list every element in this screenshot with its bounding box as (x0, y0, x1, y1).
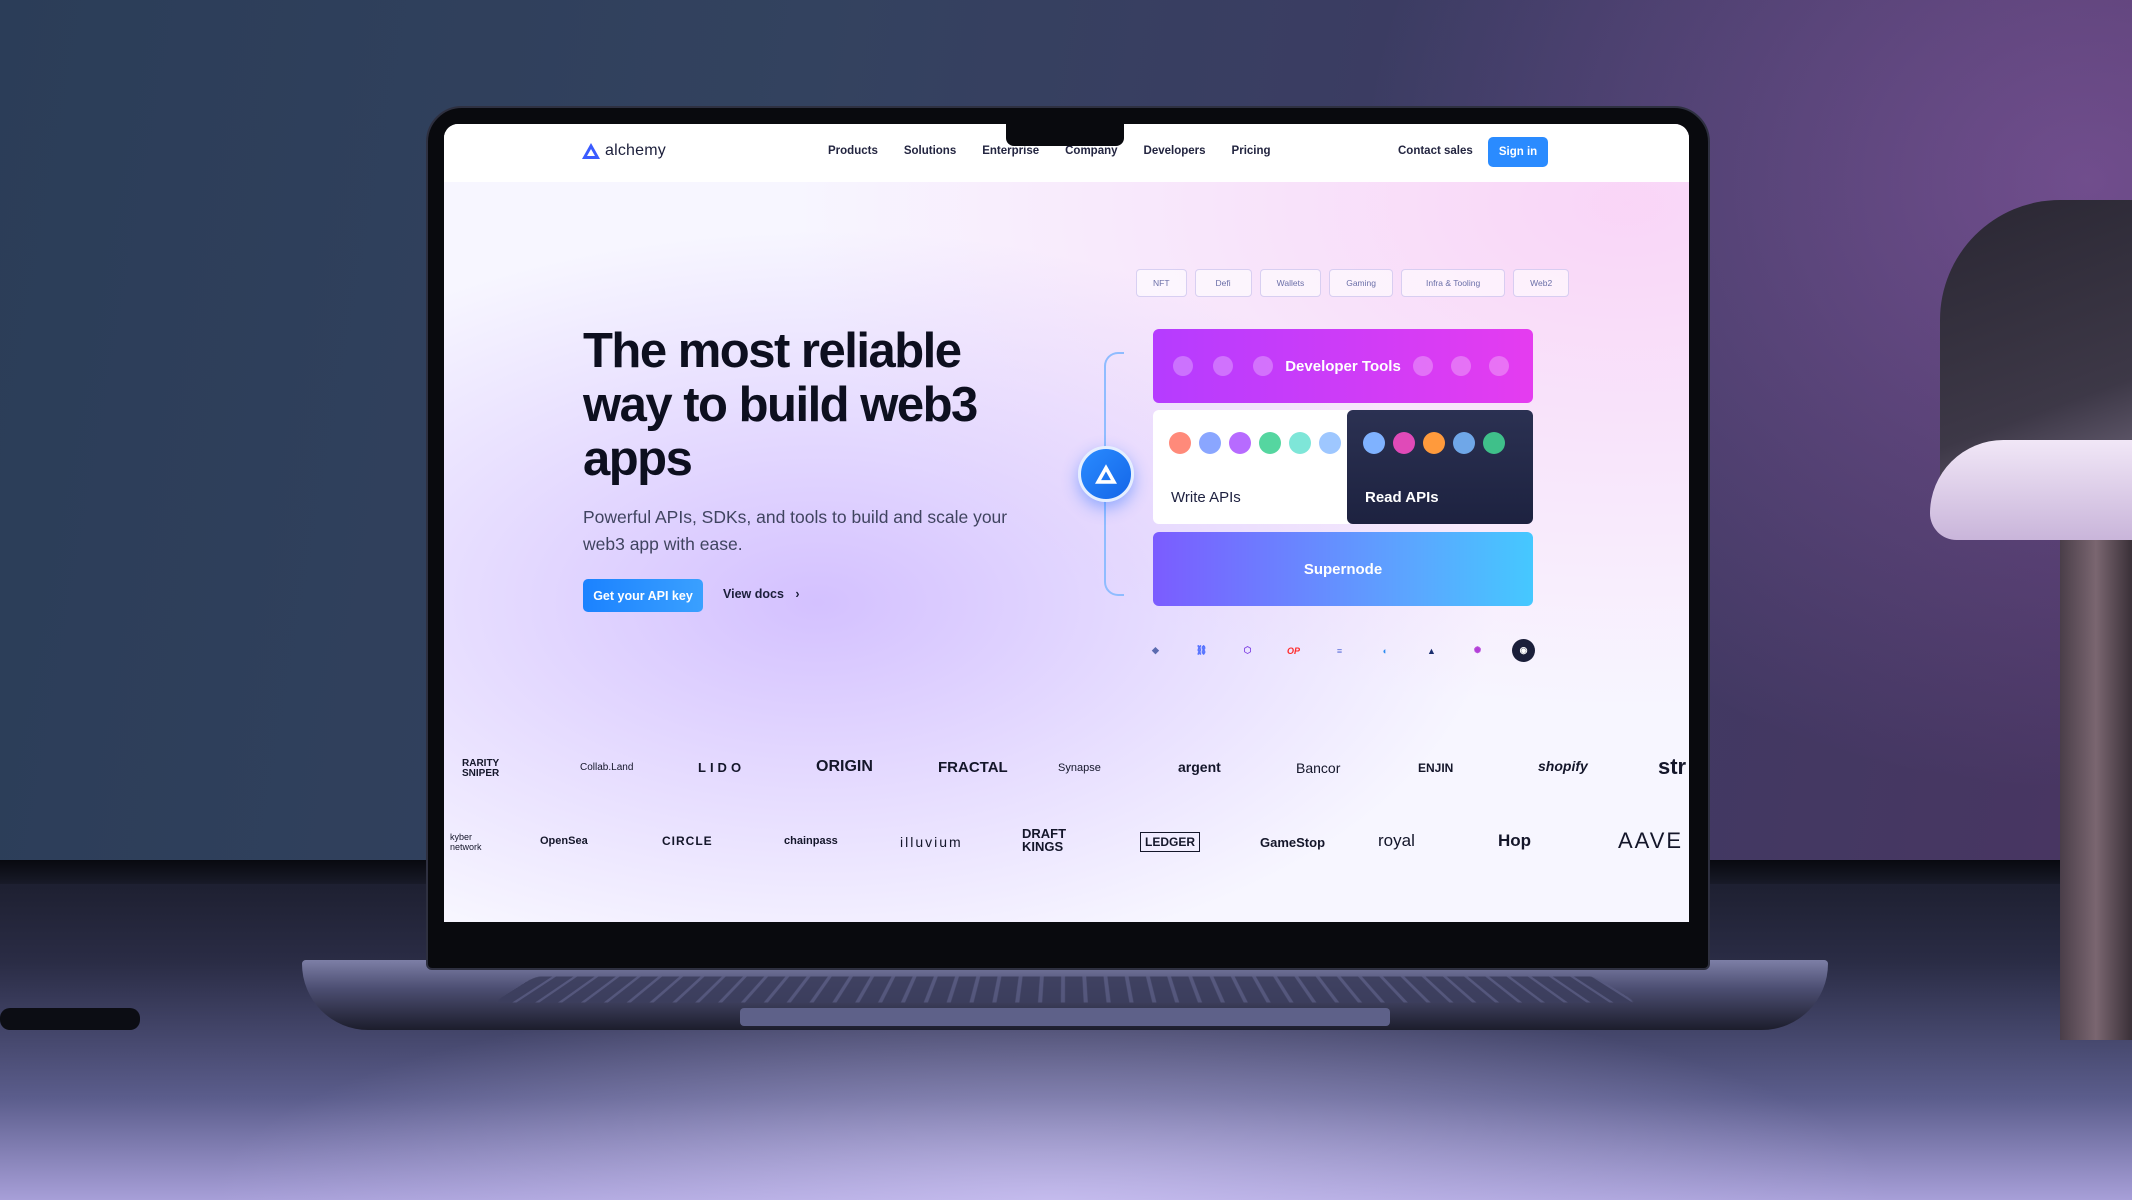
api-icon (1483, 432, 1505, 454)
partner-logo: AAVE (1618, 828, 1684, 853)
partner-logo: shopify (1538, 758, 1588, 774)
polygon-icon[interactable]: ⬡ (1236, 639, 1259, 662)
partner-logo: Hop (1498, 831, 1532, 850)
partner-logo: Bancor (1296, 760, 1341, 776)
chevron-right-icon: › (795, 587, 800, 601)
lamp-stem (2060, 520, 2132, 1040)
hero-subtitle: Powerful APIs, SDKs, and tools to build … (583, 507, 1008, 554)
partner-logo: RARITY SNIPER (462, 758, 500, 779)
tool-icon (1253, 356, 1273, 376)
api-icon (1423, 432, 1445, 454)
partner-logo: ORIGIN (816, 758, 873, 775)
partner-logo: kyber network (450, 832, 482, 852)
partner-logo: ENJIN (1418, 761, 1454, 775)
supernode-label: Supernode (1303, 560, 1383, 578)
chainlink-icon[interactable]: ⛓ (1190, 639, 1213, 662)
photo-scene: alchemy Products Solutions Enterprise Co… (0, 0, 2132, 1200)
view-docs-link[interactable]: View docs › (723, 587, 800, 601)
menu-item-enterprise[interactable]: Enterprise (982, 145, 1039, 157)
partner-logo: LEDGER (1140, 832, 1201, 852)
api-icon (1319, 432, 1341, 454)
solana-icon[interactable]: ≡ (1328, 639, 1351, 662)
cable (0, 1008, 140, 1030)
developer-tools-label: Developer Tools (1285, 357, 1401, 375)
astar-icon[interactable]: ▲ (1420, 639, 1443, 662)
tab-infra-tooling[interactable]: Infra & Tooling (1400, 269, 1506, 297)
menu-item-solutions[interactable]: Solutions (904, 145, 956, 157)
developer-tools-card[interactable]: Developer Tools (1153, 329, 1533, 403)
laptop-trackpad (740, 1008, 1390, 1026)
api-icon (1169, 432, 1191, 454)
tab-defi[interactable]: Defi (1194, 269, 1252, 297)
partner-logo: FRACTAL (938, 759, 1008, 776)
partner-logo: OpenSea (540, 835, 588, 847)
read-apis-label: Read APIs (1365, 489, 1439, 506)
partner-logo: CIRCLE (662, 834, 713, 848)
hero-title: The most reliable way to build web3 apps (583, 324, 978, 486)
write-apis-label: Write APIs (1171, 489, 1241, 506)
write-apis-card[interactable]: Write APIs (1153, 410, 1353, 524)
alchemy-logo-icon (582, 143, 600, 159)
optimism-icon[interactable]: OP (1282, 639, 1305, 662)
partner-logo: str (1658, 754, 1687, 779)
supernode-card[interactable]: Supernode (1153, 532, 1533, 606)
tab-web2[interactable]: Web2 (1513, 269, 1570, 297)
brand-name: alchemy (605, 142, 666, 159)
get-api-key-button[interactable]: Get your API key (583, 579, 703, 612)
partner-logo: Synapse (1058, 762, 1101, 774)
starknet-icon[interactable]: ✺ (1466, 639, 1489, 662)
partner-logo: chainpass (784, 835, 838, 847)
camera-notch (1006, 124, 1124, 146)
partner-logo: Collab.Land (580, 762, 634, 773)
laptop-keyboard (493, 976, 1637, 1003)
sign-in-button[interactable]: Sign in (1488, 137, 1548, 167)
arbitrum-icon[interactable]: ◐ (1374, 639, 1397, 662)
alchemy-hub-icon (1078, 446, 1134, 502)
api-icon (1453, 432, 1475, 454)
tool-icon (1213, 356, 1233, 376)
tool-icon (1489, 356, 1509, 376)
menu-item-products[interactable]: Products (828, 145, 878, 157)
api-icon (1393, 432, 1415, 454)
lamp-shade-inner (1930, 440, 2132, 540)
supported-chains: ◆ ⛓ ⬡ OP ≡ ◐ ▲ ✺ ◉ (1144, 639, 1535, 662)
menu-item-company[interactable]: Company (1065, 145, 1117, 157)
tab-wallets[interactable]: Wallets (1259, 269, 1322, 297)
ethereum-icon[interactable]: ◆ (1144, 639, 1167, 662)
api-icon (1199, 432, 1221, 454)
tool-icon (1413, 356, 1433, 376)
laptop-screen: alchemy Products Solutions Enterprise Co… (444, 124, 1689, 922)
partner-logo: LIDO (698, 760, 746, 775)
alchemy-mark-icon (1095, 464, 1117, 484)
tab-gaming[interactable]: Gaming (1329, 269, 1393, 297)
menu-item-developers[interactable]: Developers (1144, 145, 1206, 157)
menu-item-pricing[interactable]: Pricing (1232, 145, 1271, 157)
partner-logo: illuvium (900, 834, 963, 850)
partner-logo: GameStop (1260, 835, 1326, 850)
tab-nft[interactable]: NFT (1136, 269, 1187, 297)
tool-icon (1173, 356, 1193, 376)
read-apis-card[interactable]: Read APIs (1347, 410, 1533, 524)
partner-logo: DRAFT KINGS (1022, 826, 1067, 854)
use-case-tabs: NFT Defi Wallets Gaming Infra & Tooling … (1136, 269, 1570, 297)
flow-icon[interactable]: ◉ (1512, 639, 1535, 662)
view-docs-label: View docs (723, 587, 784, 601)
contact-sales-link[interactable]: Contact sales (1398, 145, 1473, 157)
api-icon (1289, 432, 1311, 454)
api-icon (1229, 432, 1251, 454)
partner-logo: argent (1178, 759, 1221, 775)
tool-icon (1451, 356, 1471, 376)
main-menu: Products Solutions Enterprise Company De… (828, 145, 1271, 157)
partner-logo: royal (1378, 831, 1415, 850)
brand-logo[interactable]: alchemy (582, 142, 666, 160)
api-icon (1259, 432, 1281, 454)
api-icon (1363, 432, 1385, 454)
